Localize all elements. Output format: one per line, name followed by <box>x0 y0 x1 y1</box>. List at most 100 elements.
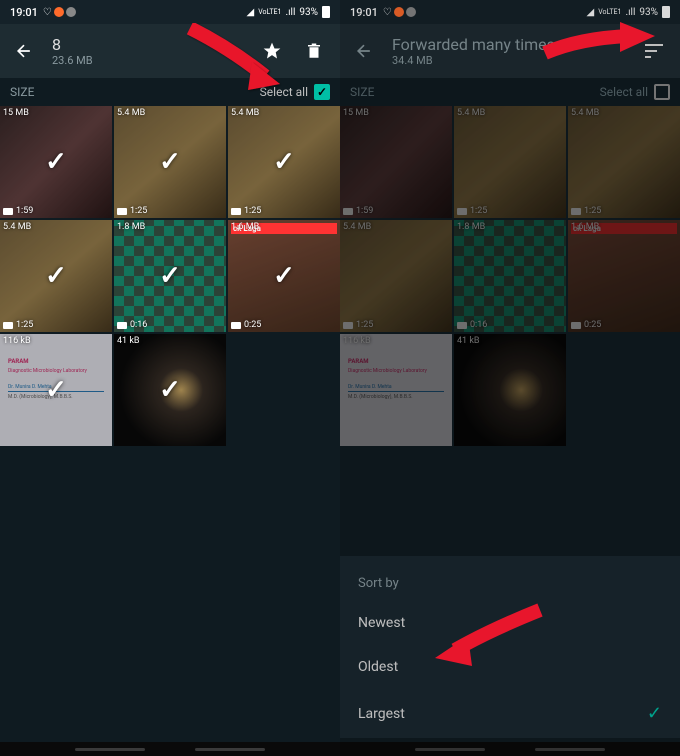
size-label: SIZE <box>10 85 34 99</box>
tile-thumb <box>454 334 566 446</box>
tile-thumb <box>454 220 566 332</box>
sort-title: Sort by <box>340 566 680 601</box>
nav-recent[interactable] <box>415 748 485 751</box>
select-all-toggle[interactable]: Select all <box>260 84 330 100</box>
media-tile[interactable]: 5.4 MB 1:25 ✓ <box>0 220 112 332</box>
media-tile[interactable]: 1.8 MB 0:16 ✓ <box>114 220 226 332</box>
media-tile[interactable]: PARAM Diagnostic Microbiology Laboratory… <box>340 334 452 446</box>
media-tile[interactable]: 15 MB 1:59 ✓ <box>0 106 112 218</box>
page-title: Forwarded many times <box>392 35 624 54</box>
tile-thumb <box>454 106 566 218</box>
video-icon <box>3 208 13 215</box>
wifi-icon: ◢ <box>247 7 255 18</box>
media-tile[interactable]: PARAM Diagnostic Microbiology Laboratory… <box>0 334 112 446</box>
select-all-checkbox[interactable] <box>314 84 330 100</box>
check-icon: ✓ <box>45 147 67 177</box>
tile-duration: 1:25 <box>231 206 261 216</box>
video-icon <box>117 322 127 329</box>
media-grid: 15 MB 1:59 5.4 MB 1:25 5.4 MB 1:25 5.4 M… <box>340 106 680 446</box>
media-tile[interactable]: ck Laga 1.6 MB 0:25 ✓ <box>228 220 340 332</box>
notif-icon <box>394 7 404 17</box>
media-tile[interactable]: 1.8 MB 0:16 <box>454 220 566 332</box>
nav-recent[interactable] <box>75 748 145 751</box>
status-time: 19:01 <box>10 6 38 19</box>
select-all-label: Select all <box>260 85 308 99</box>
tile-size: 5.4 MB <box>457 108 485 118</box>
net-label: VoLTE1 <box>598 8 621 16</box>
tile-size: 116 kB <box>3 336 31 346</box>
tile-size: 41 kB <box>117 336 140 346</box>
tile-duration: 0:16 <box>457 320 487 330</box>
app-bar: 8 23.6 MB <box>0 24 340 78</box>
media-grid: 15 MB 1:59 ✓ 5.4 MB 1:25 ✓ 5.4 MB 1:25 ✓… <box>0 106 340 446</box>
media-tile[interactable]: 15 MB 1:59 <box>340 106 452 218</box>
signal-icon: .ıll <box>285 7 295 18</box>
check-icon: ✓ <box>159 261 181 291</box>
tile-size: 15 MB <box>343 108 369 118</box>
check-icon: ✓ <box>159 147 181 177</box>
notif-icon-2 <box>406 7 416 17</box>
media-tile[interactable]: 41 kB <box>454 334 566 446</box>
check-icon: ✓ <box>45 261 67 291</box>
heart-icon: ♡ <box>43 7 52 18</box>
tile-size: 5.4 MB <box>117 108 145 118</box>
tile-size: 5.4 MB <box>571 108 599 118</box>
media-tile[interactable]: 41 kB ✓ <box>114 334 226 446</box>
signal-icon: .ıll <box>625 7 635 18</box>
doc-preview: PARAM Diagnostic Microbiology Laboratory… <box>348 342 444 438</box>
media-tile[interactable]: 5.4 MB 1:25 ✓ <box>228 106 340 218</box>
tile-size: 116 kB <box>343 336 371 346</box>
heart-icon: ♡ <box>383 7 392 18</box>
media-tile[interactable]: 5.4 MB 1:25 <box>568 106 680 218</box>
tile-duration: 1:25 <box>457 206 487 216</box>
back-button[interactable] <box>6 33 42 69</box>
select-all-toggle[interactable]: Select all <box>600 84 670 100</box>
video-icon <box>571 208 581 215</box>
nav-home[interactable] <box>535 748 605 751</box>
media-tile[interactable]: 5.4 MB 1:25 ✓ <box>114 106 226 218</box>
left-screen: 19:01 ♡ ◢ VoLTE1 .ıll 93% 8 23.6 MB <box>0 0 340 756</box>
video-icon <box>343 208 353 215</box>
tile-duration: 1:25 <box>3 320 33 330</box>
tile-duration: 1:25 <box>117 206 147 216</box>
sort-option[interactable]: Largest✓ <box>340 689 680 738</box>
sort-option-label: Oldest <box>358 659 398 675</box>
star-button[interactable] <box>252 31 292 71</box>
check-icon: ✓ <box>273 261 295 291</box>
sort-option[interactable]: Newest <box>340 601 680 645</box>
battery-icon <box>662 6 670 18</box>
tile-size: 5.4 MB <box>231 108 259 118</box>
tile-duration: 1:25 <box>343 320 373 330</box>
video-icon <box>457 208 467 215</box>
status-time: 19:01 <box>350 6 378 19</box>
media-tile[interactable]: 5.4 MB 1:25 <box>454 106 566 218</box>
tile-size: 1.8 MB <box>117 222 145 232</box>
tile-thumb <box>568 106 680 218</box>
tile-duration: 0:25 <box>571 320 601 330</box>
title-block: Forwarded many times 34.4 MB <box>392 35 624 67</box>
back-button[interactable] <box>346 33 382 69</box>
tile-duration: 1:25 <box>571 206 601 216</box>
filter-bar: SIZE Select all <box>340 78 680 106</box>
delete-button[interactable] <box>294 31 334 71</box>
select-all-checkbox[interactable] <box>654 84 670 100</box>
nav-home[interactable] <box>195 748 265 751</box>
media-tile[interactable]: ck Laga 1.6 MB 0:25 <box>568 220 680 332</box>
net-label: VoLTE1 <box>258 8 281 16</box>
notif-icon-2 <box>66 7 76 17</box>
status-bar: 19:01 ♡ ◢ VoLTE1 .ıll 93% <box>340 0 680 24</box>
wifi-icon: ◢ <box>587 7 595 18</box>
media-tile[interactable]: 5.4 MB 1:25 <box>340 220 452 332</box>
sort-menu: Sort by Newest Oldest Largest✓ <box>340 556 680 738</box>
video-icon <box>231 322 241 329</box>
sort-option[interactable]: Oldest <box>340 645 680 689</box>
battery-icon <box>322 6 330 18</box>
video-icon <box>343 322 353 329</box>
selection-size: 23.6 MB <box>52 54 242 67</box>
tile-size: 5.4 MB <box>3 222 31 232</box>
title-block: 8 23.6 MB <box>52 35 242 67</box>
tile-size: 5.4 MB <box>343 222 371 232</box>
sort-button[interactable] <box>634 31 674 71</box>
video-icon <box>457 322 467 329</box>
check-icon: ✓ <box>159 375 181 405</box>
